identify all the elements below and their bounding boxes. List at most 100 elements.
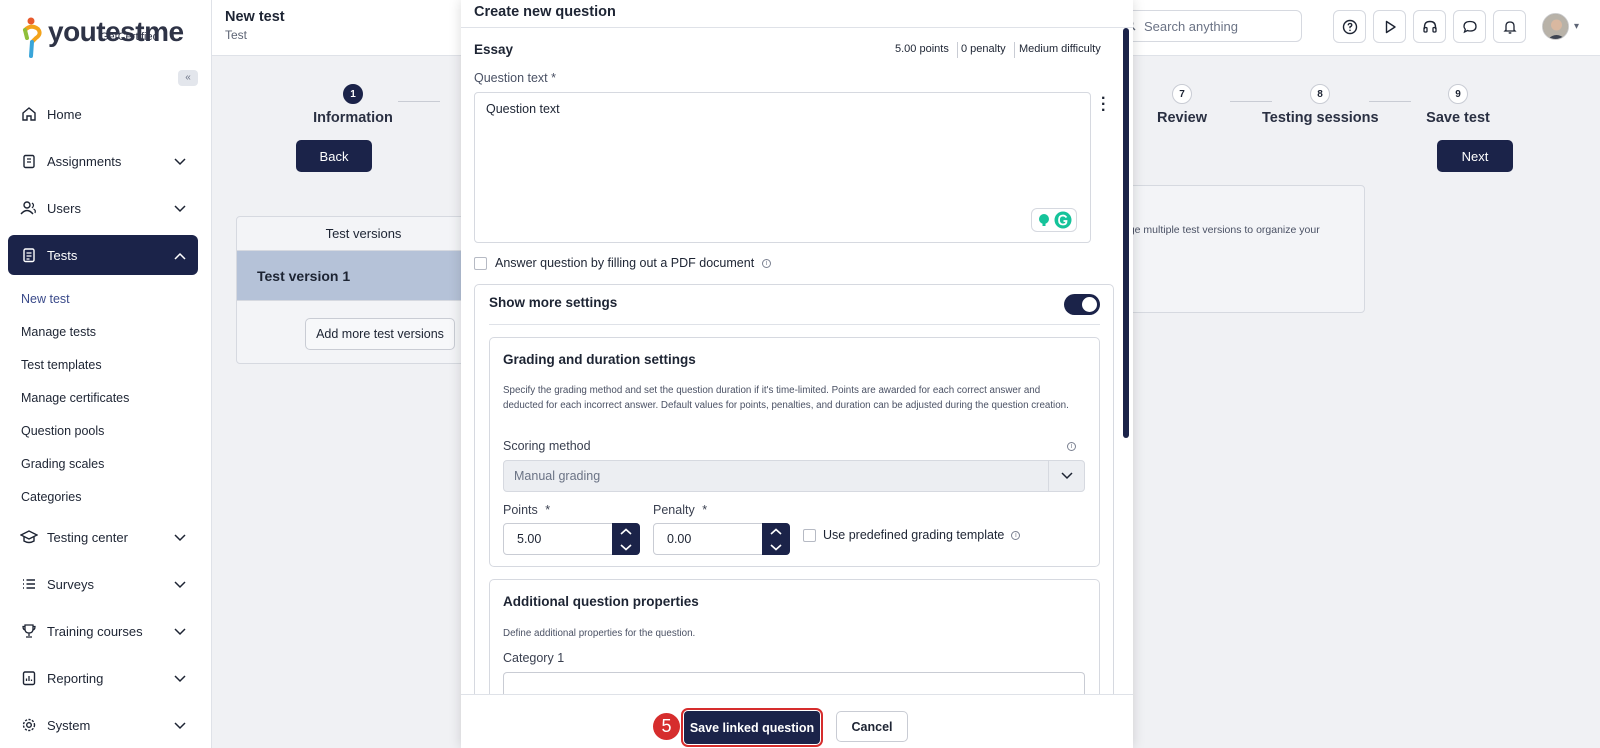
chevron-up-icon[interactable] <box>620 527 632 535</box>
page-title: New test <box>225 9 285 25</box>
sidebar-subitem-grading-scales[interactable]: Grading scales <box>8 447 198 480</box>
back-button[interactable]: Back <box>296 140 372 172</box>
step-badge: 5 <box>653 713 680 740</box>
sidebar-item-reporting[interactable]: Reporting <box>8 658 198 698</box>
step-label: Save test <box>1426 110 1490 126</box>
sidebar-item-training-courses[interactable]: Training courses <box>8 611 198 651</box>
sidebar-subitem-manage-tests[interactable]: Manage tests <box>8 315 198 348</box>
cancel-button[interactable]: Cancel <box>836 711 908 742</box>
category-label: Category 1 <box>503 651 565 665</box>
sidebar-item-label: Home <box>47 106 82 122</box>
pdf-option-label: Answer question by filling out a PDF doc… <box>495 256 755 270</box>
sidebar-item-label: Tests <box>47 247 78 263</box>
create-question-modal: Create new question Essay 5.00 points 0 … <box>461 0 1133 748</box>
avatar[interactable] <box>1542 13 1569 40</box>
test-version-row[interactable]: Test version 1 <box>237 251 490 301</box>
scoring-method-select[interactable]: Manual grading <box>503 460 1085 492</box>
penalty-value: 0.00 <box>667 532 692 546</box>
clipboard-icon <box>20 152 38 170</box>
difficulty-meta: Medium difficulty <box>1019 43 1101 55</box>
collapse-sidebar-button[interactable]: « <box>178 70 198 86</box>
sidebar-subitem-test-templates[interactable]: Test templates <box>8 348 198 381</box>
sidebar-item-testing-center[interactable]: Testing center <box>8 517 198 557</box>
more-settings-card: Show more settings Grading and duration … <box>474 284 1114 709</box>
info-icon[interactable]: i <box>1067 442 1076 451</box>
add-test-versions-button[interactable]: Add more test versions <box>305 318 455 350</box>
chevron-down-icon <box>174 624 186 639</box>
chevron-down-icon[interactable]: ▾ <box>1574 21 1579 32</box>
grammarly-icon <box>1054 211 1071 229</box>
list-icon <box>20 575 38 593</box>
logo-mark-icon <box>23 17 42 58</box>
grading-settings-card: Grading and duration settings Specify th… <box>489 337 1100 567</box>
sidebar-item-label: Testing center <box>47 529 128 545</box>
search-input[interactable]: Search anything <box>1112 10 1302 42</box>
scoring-method-label: Scoring method <box>503 439 591 453</box>
home-icon <box>20 105 38 123</box>
sidebar-item-label: Users <box>47 200 81 216</box>
wizard-step-9[interactable]: 9 Save test <box>1420 84 1496 126</box>
info-icon[interactable]: i <box>762 258 772 268</box>
sidebar-subitem-question-pools[interactable]: Question pools <box>8 414 198 447</box>
sidebar-subitem-categories[interactable]: Categories <box>8 480 198 513</box>
grading-settings-description: Specify the grading method and set the q… <box>503 385 1069 411</box>
info-icon[interactable]: i <box>1011 530 1021 540</box>
chevron-down-icon <box>174 154 186 169</box>
grading-template-checkbox[interactable] <box>803 528 816 542</box>
sidebar-item-tests[interactable]: Tests <box>8 235 198 275</box>
chat-button[interactable] <box>1453 10 1486 43</box>
penalty-meta: 0 penalty <box>961 43 1006 55</box>
step-number: 8 <box>1310 84 1330 104</box>
step-label: Information <box>313 110 393 126</box>
sidebar: youtestme GetCertified « Home Assignment… <box>0 0 212 748</box>
sidebar-item-surveys[interactable]: Surveys <box>8 564 198 604</box>
save-linked-question-button[interactable]: Save linked question <box>681 708 823 747</box>
sidebar-nav: Home Assignments Users Tests New test Ma… <box>8 94 198 748</box>
points-input[interactable]: 5.00 <box>503 523 640 555</box>
modal-title: Create new question <box>474 4 616 20</box>
more-options-icon[interactable]: · · · <box>1101 91 1106 119</box>
chevron-down-icon[interactable] <box>620 543 632 551</box>
users-icon <box>20 199 38 217</box>
chevron-down-icon <box>174 201 186 216</box>
chevron-up-icon[interactable] <box>770 527 782 535</box>
pdf-option-checkbox[interactable] <box>474 256 487 270</box>
sidebar-subitem-manage-certificates[interactable]: Manage certificates <box>8 381 198 414</box>
sidebar-subitem-new-test[interactable]: New test <box>8 282 198 315</box>
sidebar-item-assignments[interactable]: Assignments <box>8 141 198 181</box>
bulb-icon <box>1038 214 1049 226</box>
support-button[interactable] <box>1413 10 1446 43</box>
divider <box>489 324 1100 325</box>
wizard-step-1[interactable]: 1 Information <box>313 84 393 126</box>
sidebar-item-label: Training courses <box>47 623 143 639</box>
points-stepper[interactable] <box>612 523 640 555</box>
chat-icon <box>1462 20 1477 33</box>
more-settings-toggle[interactable] <box>1064 294 1100 315</box>
headset-icon <box>1422 20 1437 33</box>
additional-properties-description: Define additional properties for the que… <box>503 628 696 639</box>
chevron-down-icon[interactable] <box>770 543 782 551</box>
logo-subtitle: GetCertified <box>100 31 159 43</box>
question-text-editor[interactable]: Question text <box>474 92 1091 243</box>
notifications-button[interactable] <box>1493 10 1526 43</box>
info-text: age multiple test versions to organize y… <box>1123 224 1320 236</box>
more-settings-title: Show more settings <box>489 295 618 310</box>
penalty-stepper[interactable] <box>762 523 790 555</box>
sidebar-item-label: Assignments <box>47 153 122 169</box>
help-button[interactable] <box>1333 10 1366 43</box>
test-versions-info-panel: age multiple test versions to organize y… <box>1120 185 1365 313</box>
modal-footer: 5 Save linked question Cancel <box>461 694 1133 748</box>
question-type: Essay <box>474 42 514 57</box>
sidebar-item-users[interactable]: Users <box>8 188 198 228</box>
sidebar-item-home[interactable]: Home <box>8 94 198 134</box>
modal-scrollbar[interactable] <box>1123 28 1129 438</box>
next-button[interactable]: Next <box>1437 140 1513 172</box>
chevron-up-icon <box>174 248 186 263</box>
grammarly-widget[interactable] <box>1031 208 1077 232</box>
wizard-step-7[interactable]: 7 Review <box>1150 84 1214 126</box>
sidebar-item-system[interactable]: System <box>8 705 198 745</box>
penalty-input[interactable]: 0.00 <box>653 523 790 555</box>
play-button[interactable] <box>1373 10 1406 43</box>
pdf-option-row: Answer question by filling out a PDF doc… <box>474 256 772 270</box>
wizard-step-8[interactable]: 8 Testing sessions <box>1262 84 1379 126</box>
